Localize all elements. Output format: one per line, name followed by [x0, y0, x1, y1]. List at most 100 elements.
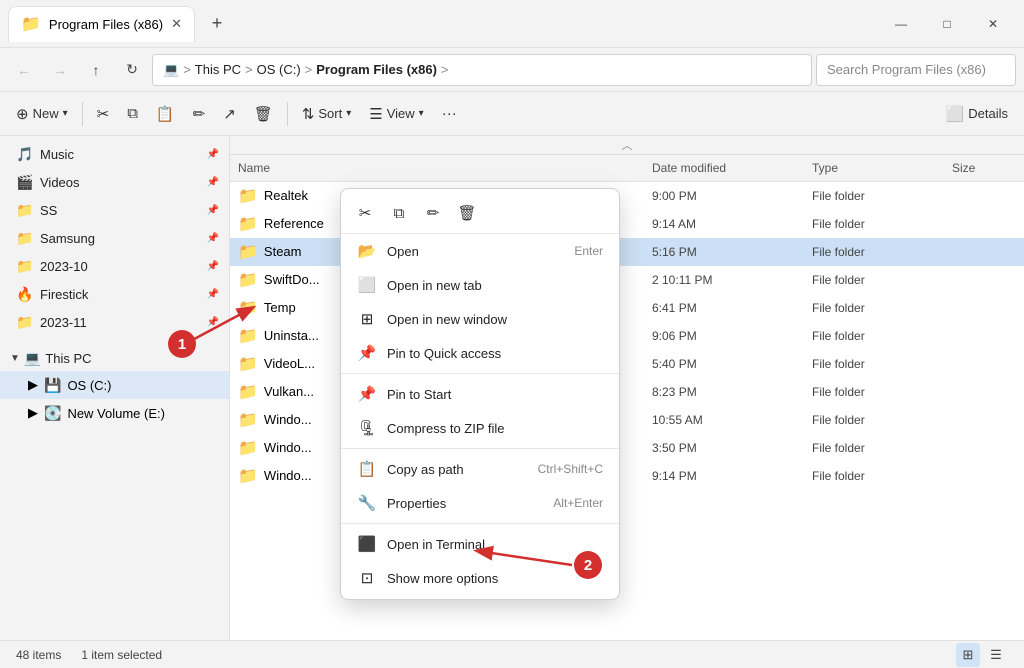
cm-delete-button[interactable]: 🗑: [451, 197, 483, 229]
cm-item-icon: 📋: [357, 459, 377, 479]
search-box[interactable]: Search Program Files (x86): [816, 54, 1016, 86]
os-c-path[interactable]: OS (C:): [257, 62, 301, 77]
active-tab[interactable]: 📁 Program Files (x86) ✕: [8, 6, 195, 42]
folder-icon: 📁: [238, 354, 258, 374]
cm-item-compress-to-zip-file[interactable]: 🗜 Compress to ZIP file: [341, 411, 619, 445]
sidebar-os-c[interactable]: ▶ 💾 OS (C:): [0, 371, 229, 399]
cm-cut-button[interactable]: ✂: [349, 197, 381, 229]
sidebar-ss-label: SS: [40, 203, 201, 218]
statusbar: 48 items 1 item selected ⊞ ☰: [0, 640, 1024, 668]
back-button[interactable]: ←: [8, 54, 40, 86]
tab-close-icon[interactable]: ✕: [171, 16, 182, 32]
this-pc-label: This PC: [45, 351, 91, 366]
new-button[interactable]: ⊕ New ▾: [8, 101, 76, 127]
sidebar-item-2023-11[interactable]: 📁 2023-11 📌: [0, 308, 229, 336]
file-date: 9:00 PM: [644, 189, 804, 203]
sidebar-item-music[interactable]: 🎵 Music 📌: [0, 140, 229, 168]
cm-item-label: Open in new window: [387, 312, 603, 327]
cm-separator: [341, 373, 619, 374]
sidebar-item-ss[interactable]: 📁 SS 📌: [0, 196, 229, 224]
list-view-toggle[interactable]: ☰: [984, 643, 1008, 667]
cm-item-pin-to-quick-access[interactable]: 📌 Pin to Quick access: [341, 336, 619, 370]
header-date: Date modified: [644, 159, 804, 177]
view-icon: ☰: [369, 105, 382, 123]
computer-icon: 💻: [163, 62, 179, 78]
cm-item-icon: ⊞: [357, 309, 377, 329]
sort-button[interactable]: ⇅ Sort ▾: [294, 101, 359, 127]
sidebar-item-firestick[interactable]: 🔥 Firestick 📌: [0, 280, 229, 308]
sidebar-item-2023-10[interactable]: 📁 2023-10 📌: [0, 252, 229, 280]
file-date: 8:23 PM: [644, 385, 804, 399]
new-tab-button[interactable]: +: [203, 10, 231, 38]
refresh-button[interactable]: ↻: [116, 54, 148, 86]
window-controls: — □ ✕: [878, 8, 1016, 40]
cm-copy-button[interactable]: ⧉: [383, 197, 415, 229]
cm-rename-button[interactable]: ✏: [417, 197, 449, 229]
grid-view-toggle[interactable]: ⊞: [956, 643, 980, 667]
file-date: 9:14 AM: [644, 217, 804, 231]
sidebar-new-volume[interactable]: ▶ 💽 New Volume (E:): [0, 399, 229, 427]
paste-button[interactable]: 📋: [148, 101, 183, 127]
file-name: Temp: [264, 300, 296, 315]
file-date: 10:55 AM: [644, 413, 804, 427]
cm-item-copy-as-path[interactable]: 📋 Copy as path Ctrl+Shift+C: [341, 452, 619, 486]
maximize-button[interactable]: □: [924, 8, 970, 40]
new-vol-expand: ▶: [28, 405, 38, 421]
more-button[interactable]: ···: [434, 101, 465, 126]
rename-button[interactable]: ✏: [185, 101, 214, 127]
collapse-bar[interactable]: ︿: [230, 136, 1024, 155]
cm-item-icon: ⬛: [357, 534, 377, 554]
cm-item-shortcut: Ctrl+Shift+C: [538, 462, 603, 476]
file-date: 9:06 PM: [644, 329, 804, 343]
details-button[interactable]: ⬜ Details: [938, 101, 1016, 127]
cm-item-label: Pin to Quick access: [387, 346, 603, 361]
close-button[interactable]: ✕: [970, 8, 1016, 40]
minimize-button[interactable]: —: [878, 8, 924, 40]
cm-item-pin-to-start[interactable]: 📌 Pin to Start: [341, 377, 619, 411]
folder-icon: 📁: [238, 214, 258, 234]
search-placeholder: Search Program Files (x86): [827, 62, 986, 77]
address-path[interactable]: 💻 > This PC > OS (C:) > Program Files (x…: [152, 54, 812, 86]
more-icon: ···: [442, 105, 457, 122]
file-date: 2 10:11 PM: [644, 273, 804, 287]
cm-item-show-more-options[interactable]: ⊡ Show more options: [341, 561, 619, 595]
sidebar-2023-11-label: 2023-11: [40, 315, 201, 330]
up-button[interactable]: ↑: [80, 54, 112, 86]
cm-item-open-in-terminal[interactable]: ⬛ Open in Terminal: [341, 527, 619, 561]
cm-item-open[interactable]: 📂 Open Enter: [341, 234, 619, 268]
cm-item-open-in-new-tab[interactable]: ⬜ Open in new tab: [341, 268, 619, 302]
file-name: VideoL...: [264, 356, 315, 371]
cm-item-open-in-new-window[interactable]: ⊞ Open in new window: [341, 302, 619, 336]
this-pc-parent[interactable]: ▼ 💻 This PC: [0, 346, 229, 371]
pin-icon-music: 📌: [207, 149, 219, 160]
file-name: Vulkan...: [264, 384, 314, 399]
cm-item-icon: ⊡: [357, 568, 377, 588]
program-files-path[interactable]: Program Files (x86): [316, 62, 437, 77]
sidebar-firestick-label: Firestick: [40, 287, 201, 302]
file-date: 5:16 PM: [644, 245, 804, 259]
os-c-drive-icon: 💾: [44, 377, 61, 394]
delete-button[interactable]: 🗑: [246, 101, 281, 127]
addressbar: ← → ↑ ↻ 💻 > This PC > OS (C:) > Program …: [0, 48, 1024, 92]
sidebar-item-videos[interactable]: 🎬 Videos 📌: [0, 168, 229, 196]
view-toggles: ⊞ ☰: [956, 643, 1008, 667]
pin-icon-videos: 📌: [207, 177, 219, 188]
cm-item-properties[interactable]: 🔧 Properties Alt+Enter: [341, 486, 619, 520]
toolbar: ⊕ New ▾ ✂ ⧉ 📋 ✏ ↗ 🗑 ⇅ Sort ▾ ☰ View ▾ ··…: [0, 92, 1024, 136]
forward-button[interactable]: →: [44, 54, 76, 86]
rename-icon: ✏: [193, 105, 206, 123]
this-pc-path[interactable]: This PC: [195, 62, 241, 77]
cut-button[interactable]: ✂: [89, 101, 118, 127]
copy-button[interactable]: ⧉: [119, 101, 146, 126]
sort-chevron: ▾: [346, 108, 351, 119]
view-button[interactable]: ☰ View ▾: [361, 101, 431, 127]
pin-icon-2023-10: 📌: [207, 261, 219, 272]
file-name: Windo...: [264, 412, 312, 427]
samsung-icon: 📁: [16, 230, 34, 247]
copy-icon: ⧉: [127, 105, 138, 122]
share-button[interactable]: ↗: [215, 101, 244, 127]
2023-10-icon: 📁: [16, 258, 34, 275]
file-name: Uninsta...: [264, 328, 319, 343]
cm-item-label: Copy as path: [387, 462, 528, 477]
sidebar-item-samsung[interactable]: 📁 Samsung 📌: [0, 224, 229, 252]
